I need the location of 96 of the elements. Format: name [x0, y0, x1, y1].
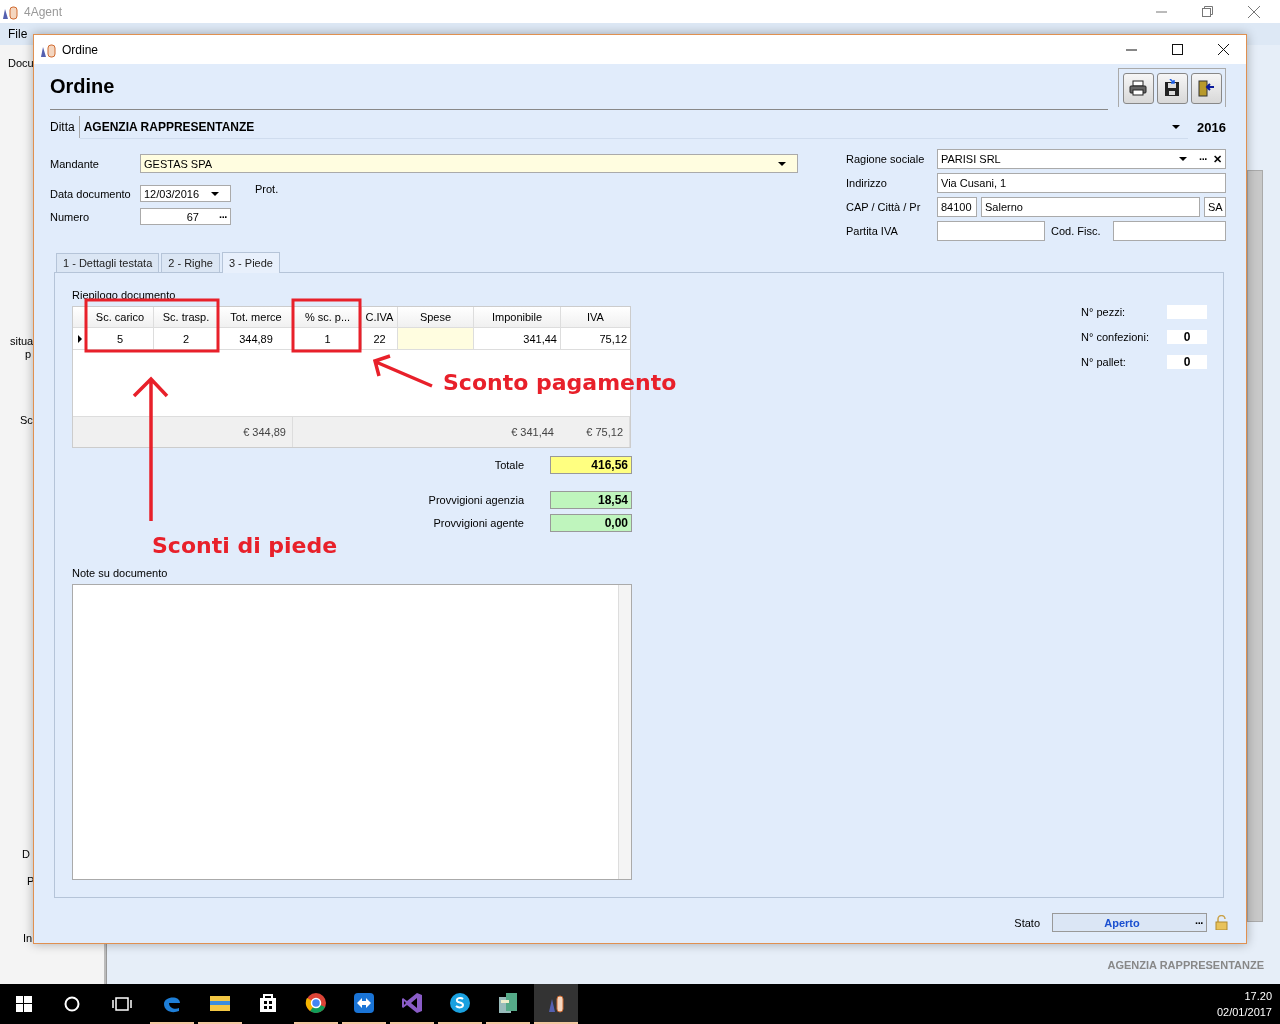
column-header[interactable]: C.IVA [361, 307, 397, 327]
task-view-icon[interactable] [112, 996, 132, 1012]
server-app-icon [496, 991, 520, 1015]
restore-icon[interactable] [1202, 5, 1214, 18]
total-field: 18,54 [550, 491, 632, 509]
company-name: AGENZIA RAPPRESENTANZE [1107, 959, 1264, 971]
company-name-dropdown[interactable]: PARISI SRL ··· ✕ [937, 149, 1226, 169]
tab[interactable]: 2 - Righe [161, 253, 220, 272]
clock-time[interactable]: 17.20 [1244, 988, 1272, 1004]
column-header[interactable]: Sc. trasp. [153, 307, 218, 327]
company-dropdown[interactable]: AGENZIA RAPPRESENTANZE [79, 115, 1188, 139]
table-cell: 5 [86, 328, 153, 349]
mandante-dropdown[interactable]: GESTAS SPA [140, 154, 798, 173]
table-cell: 1 [293, 328, 361, 349]
column-header[interactable]: % sc. p... [293, 307, 361, 327]
windows-start-icon[interactable] [16, 996, 32, 1012]
app-logo-icon [2, 3, 20, 20]
total-field: 0,00 [550, 514, 632, 532]
annotation-arrow [372, 354, 434, 388]
field-label: Data documento [50, 187, 132, 200]
status-field[interactable]: Aperto ··· [1052, 913, 1207, 932]
postal-code-field[interactable]: 84100 [937, 197, 977, 217]
chrome-app-icon [304, 991, 328, 1015]
field-label: Ragione sociale [846, 153, 926, 165]
column-header[interactable]: Tot. merce [218, 307, 293, 327]
count-label: N° pezzi: [1081, 306, 1127, 318]
table-cell: 341,44 [473, 328, 560, 349]
column-total: € 341,44 [511, 426, 554, 438]
number-field[interactable]: 67 ··· [140, 208, 231, 225]
column-header[interactable]: Spese [397, 307, 473, 327]
side-label: In [23, 932, 33, 944]
total-field: 416,56 [550, 456, 632, 474]
highlight-frame [291, 298, 362, 353]
province-field[interactable]: SA [1204, 197, 1226, 217]
field-label: Partita IVA [846, 225, 899, 237]
printer-icon [1129, 80, 1147, 96]
maximize-icon[interactable] [1172, 43, 1184, 56]
app-logo-icon [40, 41, 58, 58]
field-label: Mandante [50, 157, 100, 170]
column-total: € 75,12 [586, 426, 623, 438]
search-icon[interactable] [64, 996, 80, 1012]
table-cell: 344,89 [218, 328, 293, 349]
field-label: Numero [50, 210, 91, 223]
count-field: 0 [1167, 330, 1207, 344]
field-label: Cod. Fisc. [1051, 225, 1102, 237]
city-field[interactable]: Salerno [981, 197, 1200, 217]
app-title: 4Agent [24, 4, 63, 19]
count-field [1167, 305, 1207, 319]
exit-button[interactable] [1190, 72, 1222, 104]
total-label: Provvigioni agente [433, 517, 524, 529]
column-header[interactable]: Imponibile [473, 307, 560, 327]
count-label: N° confezioni: [1081, 331, 1150, 343]
save-button[interactable] [1156, 72, 1188, 104]
address-field[interactable]: Via Cusani, 1 [937, 173, 1226, 193]
notes-label: Note su documento [72, 567, 169, 579]
total-label: Totale [494, 459, 524, 471]
studio-app-icon [400, 991, 424, 1015]
tab[interactable]: 1 - Dettagli testata [56, 253, 160, 272]
column-header[interactable]: Sc. carico [86, 307, 153, 327]
close-icon[interactable] [1218, 43, 1230, 56]
column-total: € 344,89 [243, 426, 286, 438]
dialog-title: Ordine [62, 42, 99, 57]
table-cell: 75,12 [560, 328, 630, 349]
field-label: Indirizzo [846, 177, 888, 189]
side-label: D [22, 848, 30, 860]
tax-code-field[interactable] [1113, 221, 1226, 241]
annotation-text: Sconto pagamento [443, 370, 677, 395]
remote-app-icon [352, 991, 376, 1015]
skype-app-icon [448, 991, 472, 1015]
date-picker[interactable]: 12/03/2016 [140, 185, 231, 202]
ditta-label: Ditta [50, 116, 80, 138]
lock-icon [1215, 915, 1228, 930]
section-title: Riepilogo documento [72, 289, 177, 301]
side-label: situa [10, 335, 34, 347]
scrollbar[interactable] [1247, 170, 1263, 922]
side-label: Docu [8, 57, 34, 69]
field-label: Prot. [255, 182, 279, 195]
menu-item[interactable]: File [8, 27, 28, 41]
tab[interactable]: 3 - Piede [221, 252, 280, 273]
vat-number-field[interactable] [937, 221, 1045, 241]
clock-date[interactable]: 02/01/2017 [1216, 1004, 1272, 1020]
count-label: N° pallet: [1081, 356, 1127, 368]
print-button[interactable] [1122, 72, 1154, 104]
year-label: 2016 [1196, 119, 1226, 135]
total-label: Provvigioni agenzia [428, 494, 524, 506]
column-header[interactable]: IVA [560, 307, 630, 327]
exit-door-icon [1197, 79, 1215, 97]
status-label: Stato [1014, 916, 1040, 929]
count-field: 0 [1167, 355, 1207, 369]
table-cell: 2 [153, 328, 218, 349]
page-heading: Ordine [50, 75, 115, 98]
agent-taskbar-button[interactable] [534, 984, 578, 1024]
annotation-text: Sconti di piede [152, 533, 338, 558]
side-label: Sc [20, 414, 33, 426]
field-label: CAP / Città / Pr [846, 201, 922, 213]
side-label: p [25, 348, 32, 360]
